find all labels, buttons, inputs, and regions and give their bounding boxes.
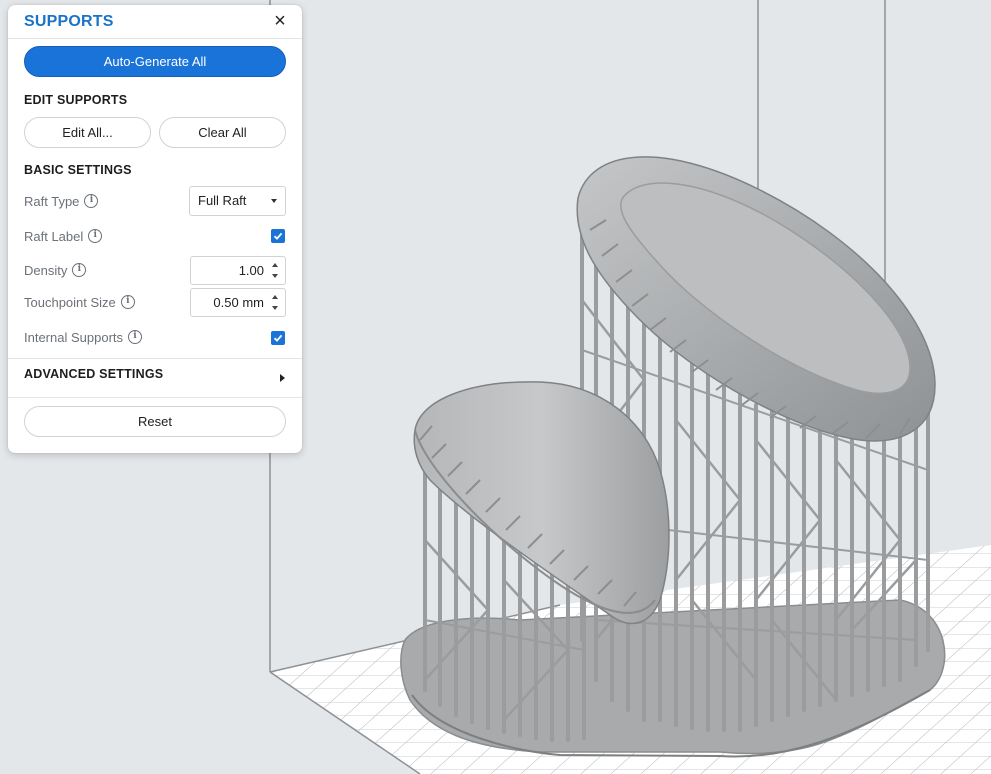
- raft-type-label: Raft Type: [24, 194, 79, 209]
- touchpoint-size-row: Touchpoint Size i: [24, 293, 135, 311]
- info-icon[interactable]: i: [128, 330, 142, 344]
- stepper-up-icon[interactable]: [272, 295, 278, 299]
- checkmark-icon: [273, 333, 283, 343]
- internal-supports-row: Internal Supports i: [24, 328, 142, 346]
- info-icon[interactable]: i: [121, 295, 135, 309]
- info-icon[interactable]: i: [72, 263, 86, 277]
- internal-supports-label: Internal Supports: [24, 330, 123, 345]
- density-label: Density: [24, 263, 67, 278]
- raft-type-row: Raft Type i: [24, 192, 98, 210]
- touchpoint-size-stepper[interactable]: 0.50 mm: [190, 288, 286, 317]
- density-stepper[interactable]: 1.00: [190, 256, 286, 285]
- basic-settings-heading: BASIC SETTINGS: [24, 163, 132, 177]
- raft-label-row: Raft Label i: [24, 227, 102, 245]
- reset-button[interactable]: Reset: [24, 406, 286, 437]
- edit-all-button[interactable]: Edit All...: [24, 117, 151, 148]
- density-row: Density i: [24, 261, 86, 279]
- touchpoint-size-value: 0.50 mm: [213, 295, 264, 310]
- touchpoint-size-label: Touchpoint Size: [24, 295, 116, 310]
- chevron-right-icon: [280, 374, 285, 382]
- auto-generate-all-button[interactable]: Auto-Generate All: [24, 46, 286, 77]
- panel-title: SUPPORTS: [24, 13, 114, 31]
- checkmark-icon: [273, 231, 283, 241]
- stepper-up-icon[interactable]: [272, 263, 278, 267]
- panel-header: SUPPORTS ×: [8, 5, 302, 39]
- raft-type-value: Full Raft: [198, 193, 246, 208]
- internal-supports-checkbox[interactable]: [271, 331, 285, 345]
- raft-label-checkbox[interactable]: [271, 229, 285, 243]
- raft-label-label: Raft Label: [24, 229, 83, 244]
- close-icon[interactable]: ×: [270, 11, 290, 31]
- density-value: 1.00: [239, 263, 264, 278]
- clear-all-button[interactable]: Clear All: [159, 117, 286, 148]
- info-icon[interactable]: i: [84, 194, 98, 208]
- stepper-arrows[interactable]: [272, 294, 280, 312]
- stepper-down-icon[interactable]: [272, 274, 278, 278]
- raft-type-select[interactable]: Full Raft: [189, 186, 286, 216]
- model-cone: [414, 382, 669, 624]
- stepper-down-icon[interactable]: [272, 306, 278, 310]
- supports-panel: SUPPORTS × Auto-Generate All EDIT SUPPOR…: [8, 5, 302, 453]
- chevron-down-icon: [271, 199, 277, 203]
- advanced-settings-heading: ADVANCED SETTINGS: [24, 367, 163, 381]
- divider: [8, 397, 302, 398]
- stepper-arrows[interactable]: [272, 262, 280, 280]
- advanced-settings-toggle[interactable]: ADVANCED SETTINGS: [8, 359, 302, 397]
- edit-supports-heading: EDIT SUPPORTS: [24, 93, 127, 107]
- info-icon[interactable]: i: [88, 229, 102, 243]
